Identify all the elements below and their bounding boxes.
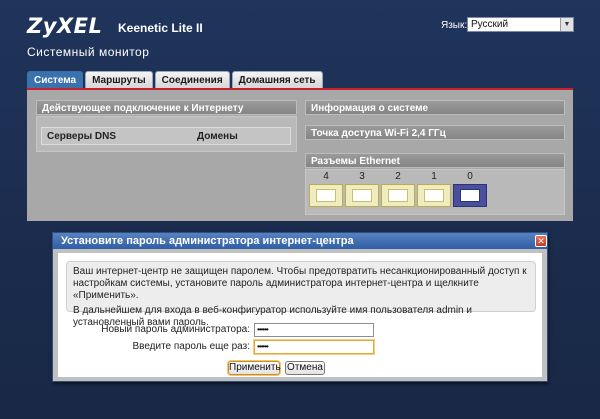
info-message-box: Ваш интернет-центр не защищен паролем. Ч… bbox=[66, 261, 536, 328]
ethernet-ports-header[interactable]: Разъемы Ethernet bbox=[305, 153, 565, 168]
language-select[interactable]: Русский ▼ bbox=[467, 17, 574, 32]
page-title: Системный монитор bbox=[27, 45, 150, 59]
port-label: 2 bbox=[395, 171, 401, 182]
dialog-title: Установите пароль администратора интерне… bbox=[53, 233, 547, 249]
tab-system[interactable]: Система bbox=[27, 71, 84, 88]
ethernet-port-1-icon[interactable] bbox=[417, 184, 451, 207]
dns-table-header: Серверы DNS Домены bbox=[41, 127, 291, 145]
port-label: 4 bbox=[323, 171, 329, 182]
domains-column: Домены bbox=[197, 131, 238, 142]
chevron-down-icon[interactable]: ▼ bbox=[560, 18, 573, 31]
tab-routes[interactable]: Маршруты bbox=[85, 71, 153, 88]
cancel-button[interactable]: Отмена bbox=[285, 361, 325, 375]
system-info-header[interactable]: Информация о системе bbox=[305, 100, 565, 115]
ethernet-port-4-icon[interactable] bbox=[309, 184, 343, 207]
port-label: 1 bbox=[431, 171, 437, 182]
admin-password-dialog: Установите пароль администратора интерне… bbox=[52, 232, 548, 382]
main-panel: Действующее подключение к Интернету Серв… bbox=[27, 90, 573, 221]
tab-bar: Система Маршруты Соединения Домашняя сет… bbox=[27, 71, 325, 88]
ethernet-port-0-icon[interactable] bbox=[453, 184, 487, 207]
wifi-ap-header[interactable]: Точка доступа Wi-Fi 2,4 ГГц bbox=[305, 125, 565, 140]
zyxel-logo: ZyXEL bbox=[27, 14, 103, 38]
port-label: 3 bbox=[359, 171, 365, 182]
model-name: Keenetic Lite II bbox=[118, 21, 203, 35]
confirm-password-field[interactable]: •••••• bbox=[254, 340, 374, 354]
new-password-field[interactable]: •••••• bbox=[254, 323, 374, 337]
tab-home-network[interactable]: Домашняя сеть bbox=[231, 71, 323, 88]
current-connection-header[interactable]: Действующее подключение к Интернету bbox=[36, 100, 297, 115]
close-icon[interactable]: ✕ bbox=[535, 235, 547, 247]
new-password-label: Новый пароль администратора: bbox=[101, 324, 250, 335]
confirm-password-label: Введите пароль еще раз: bbox=[132, 341, 250, 352]
apply-button[interactable]: Применить bbox=[228, 361, 281, 375]
language-label: Язык: bbox=[441, 20, 468, 31]
ethernet-port-3-icon[interactable] bbox=[345, 184, 379, 207]
info-message-unprotected: Ваш интернет-центр не защищен паролем. Ч… bbox=[73, 266, 527, 301]
port-label: 0 bbox=[467, 171, 473, 182]
tab-connections[interactable]: Соединения bbox=[154, 71, 230, 88]
dialog-content: Ваш интернет-центр не защищен паролем. Ч… bbox=[58, 253, 542, 377]
ethernet-port-2-icon[interactable] bbox=[381, 184, 415, 207]
language-selected-value: Русский bbox=[471, 19, 509, 30]
dns-servers-column: Серверы DNS bbox=[47, 131, 117, 142]
